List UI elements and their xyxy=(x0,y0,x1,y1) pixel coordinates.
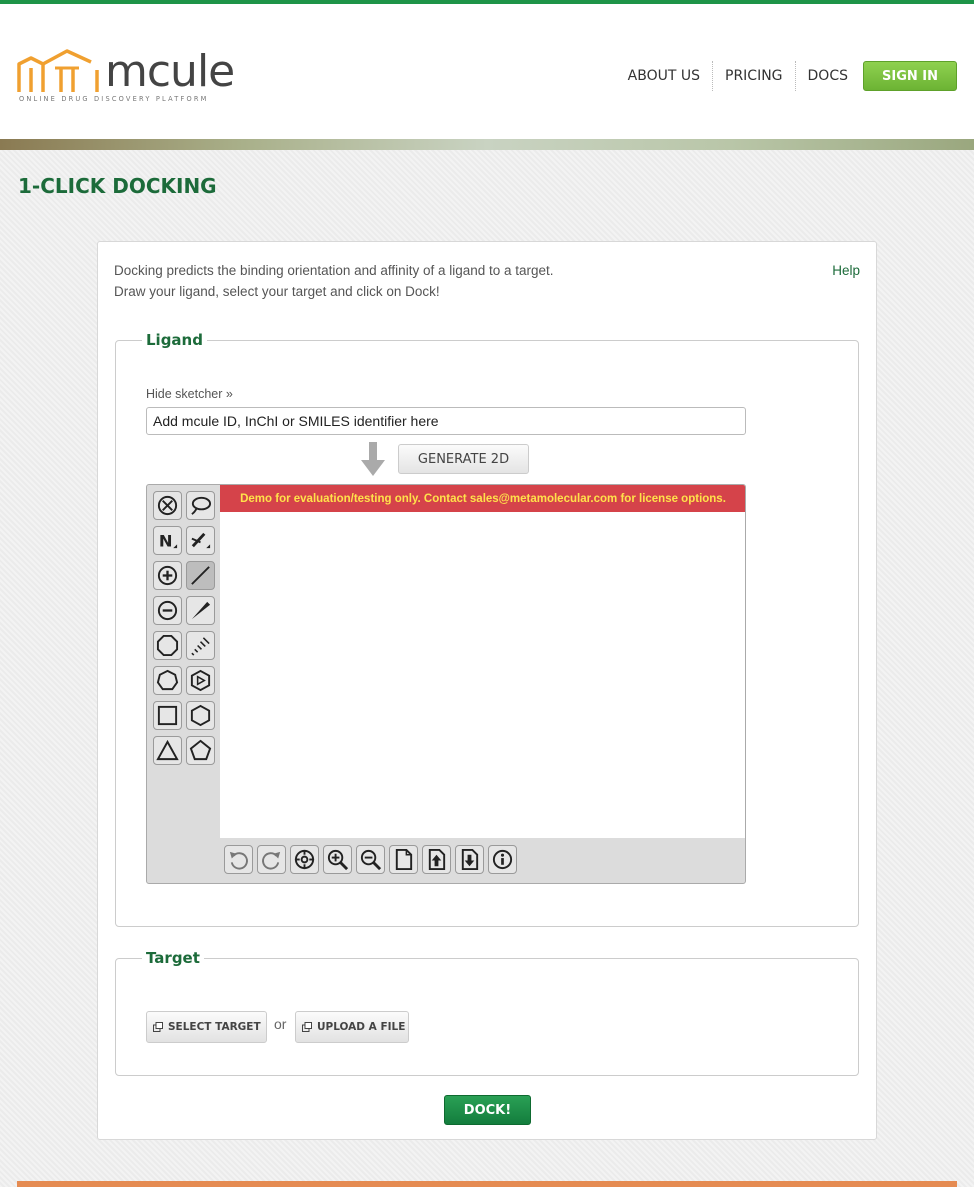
import-icon xyxy=(428,848,446,871)
import-button[interactable] xyxy=(422,845,451,874)
pentagon-ring-icon xyxy=(189,739,212,761)
logo-tagline: ONLINE DRUG DISCOVERY PLATFORM xyxy=(19,95,209,103)
benzene-ring-tool[interactable] xyxy=(186,666,215,695)
or-separator: or xyxy=(274,1016,287,1032)
zoom-in-icon xyxy=(327,849,349,871)
charge-plus-icon xyxy=(157,565,178,586)
nav-pricing[interactable]: PRICING xyxy=(713,61,796,91)
single-bond-tool[interactable] xyxy=(186,561,215,590)
export-icon xyxy=(461,848,479,871)
hide-sketcher-link[interactable]: Hide sketcher » xyxy=(146,387,233,401)
nav-docs[interactable]: DOCS xyxy=(796,61,860,91)
redo-button[interactable] xyxy=(257,845,286,874)
bond-toggle-tool[interactable] xyxy=(186,526,215,555)
redo-icon xyxy=(262,851,281,870)
triangle-ring-tool[interactable] xyxy=(153,736,182,765)
nav-about-us[interactable]: ABOUT US xyxy=(616,61,713,91)
square-ring-icon xyxy=(157,705,178,726)
bond-toggle-icon xyxy=(191,532,211,549)
target-title: Target xyxy=(146,949,200,967)
zoom-out-icon xyxy=(360,849,382,871)
new-document-icon xyxy=(395,848,413,871)
charge-minus-icon xyxy=(157,600,178,621)
arrow-down-icon xyxy=(361,442,385,476)
info-icon xyxy=(492,849,513,870)
intro-text: Docking predicts the binding orientation… xyxy=(114,260,554,302)
wedge-bond-icon xyxy=(191,601,211,620)
upload-file-label: UPLOAD A FILE xyxy=(317,1021,406,1033)
intro-line-1: Docking predicts the binding orientation… xyxy=(114,263,554,278)
new-document-button[interactable] xyxy=(389,845,418,874)
ligand-title: Ligand xyxy=(146,331,203,349)
site-header: mcule ONLINE DRUG DISCOVERY PLATFORM ABO… xyxy=(0,4,974,139)
zoom-out-button[interactable] xyxy=(356,845,385,874)
dock-button[interactable]: DOCK! xyxy=(444,1095,531,1125)
logo-wordmark: mcule xyxy=(105,46,235,97)
external-window-icon xyxy=(302,1022,312,1032)
heptagon-ring-tool[interactable] xyxy=(153,666,182,695)
charge-minus-tool[interactable] xyxy=(153,596,182,625)
page-title: 1-CLICK DOCKING xyxy=(18,174,217,198)
square-ring-tool[interactable] xyxy=(153,701,182,730)
external-window-icon xyxy=(153,1022,163,1032)
sketcher-canvas[interactable]: Demo for evaluation/testing only. Contac… xyxy=(220,485,745,838)
docking-panel: Docking predicts the binding orientation… xyxy=(97,241,877,1140)
undo-button[interactable] xyxy=(224,845,253,874)
help-link[interactable]: Help xyxy=(832,260,860,281)
ligand-identifier-input[interactable] xyxy=(146,407,746,435)
sign-in-button[interactable]: SIGN IN xyxy=(863,61,957,91)
benzene-ring-icon xyxy=(190,669,211,692)
ligand-section: Ligand Hide sketcher » GENERATE 2D N xyxy=(115,331,859,927)
hash-bond-tool[interactable] xyxy=(186,631,215,660)
target-section: Target SELECT TARGET or UPLOAD A FILE xyxy=(115,949,859,1076)
main-nav: ABOUT US PRICING DOCS SIGN IN xyxy=(616,61,957,91)
octagon-ring-icon xyxy=(156,634,179,657)
octagon-ring-tool[interactable] xyxy=(153,631,182,660)
footer-accent-bar xyxy=(17,1181,957,1187)
eraser-icon xyxy=(157,495,178,516)
zoom-in-button[interactable] xyxy=(323,845,352,874)
info-button[interactable] xyxy=(488,845,517,874)
atom-n-icon: N xyxy=(159,531,178,550)
pentagon-ring-tool[interactable] xyxy=(186,736,215,765)
undo-icon xyxy=(229,851,248,870)
upload-file-button[interactable]: UPLOAD A FILE xyxy=(295,1011,409,1043)
export-button[interactable] xyxy=(455,845,484,874)
center-icon xyxy=(294,849,315,870)
select-target-label: SELECT TARGET xyxy=(168,1021,261,1033)
hash-bond-icon xyxy=(191,637,210,656)
house-logo-icon xyxy=(17,49,99,92)
select-target-button[interactable]: SELECT TARGET xyxy=(146,1011,267,1043)
eraser-tool[interactable] xyxy=(153,491,182,520)
mcule-logo[interactable]: mcule ONLINE DRUG DISCOVERY PLATFORM xyxy=(17,46,235,108)
atom-tool[interactable]: N xyxy=(153,526,182,555)
heptagon-ring-icon xyxy=(156,669,179,691)
hexagon-ring-icon xyxy=(190,704,211,727)
generate-2d-button[interactable]: GENERATE 2D xyxy=(398,444,529,474)
header-texture-stripe xyxy=(0,139,974,150)
hexagon-ring-tool[interactable] xyxy=(186,701,215,730)
svg-text:N: N xyxy=(159,531,173,550)
center-button[interactable] xyxy=(290,845,319,874)
single-bond-icon xyxy=(191,566,210,585)
demo-license-banner: Demo for evaluation/testing only. Contac… xyxy=(220,485,745,512)
lasso-icon xyxy=(191,496,212,515)
charge-plus-tool[interactable] xyxy=(153,561,182,590)
wedge-bond-tool[interactable] xyxy=(186,596,215,625)
chemical-sketcher: N Demo for evaluation/testing only. Cont… xyxy=(146,484,746,884)
lasso-tool[interactable] xyxy=(186,491,215,520)
intro-line-2: Draw your ligand, select your target and… xyxy=(114,284,440,299)
triangle-ring-icon xyxy=(156,739,179,761)
